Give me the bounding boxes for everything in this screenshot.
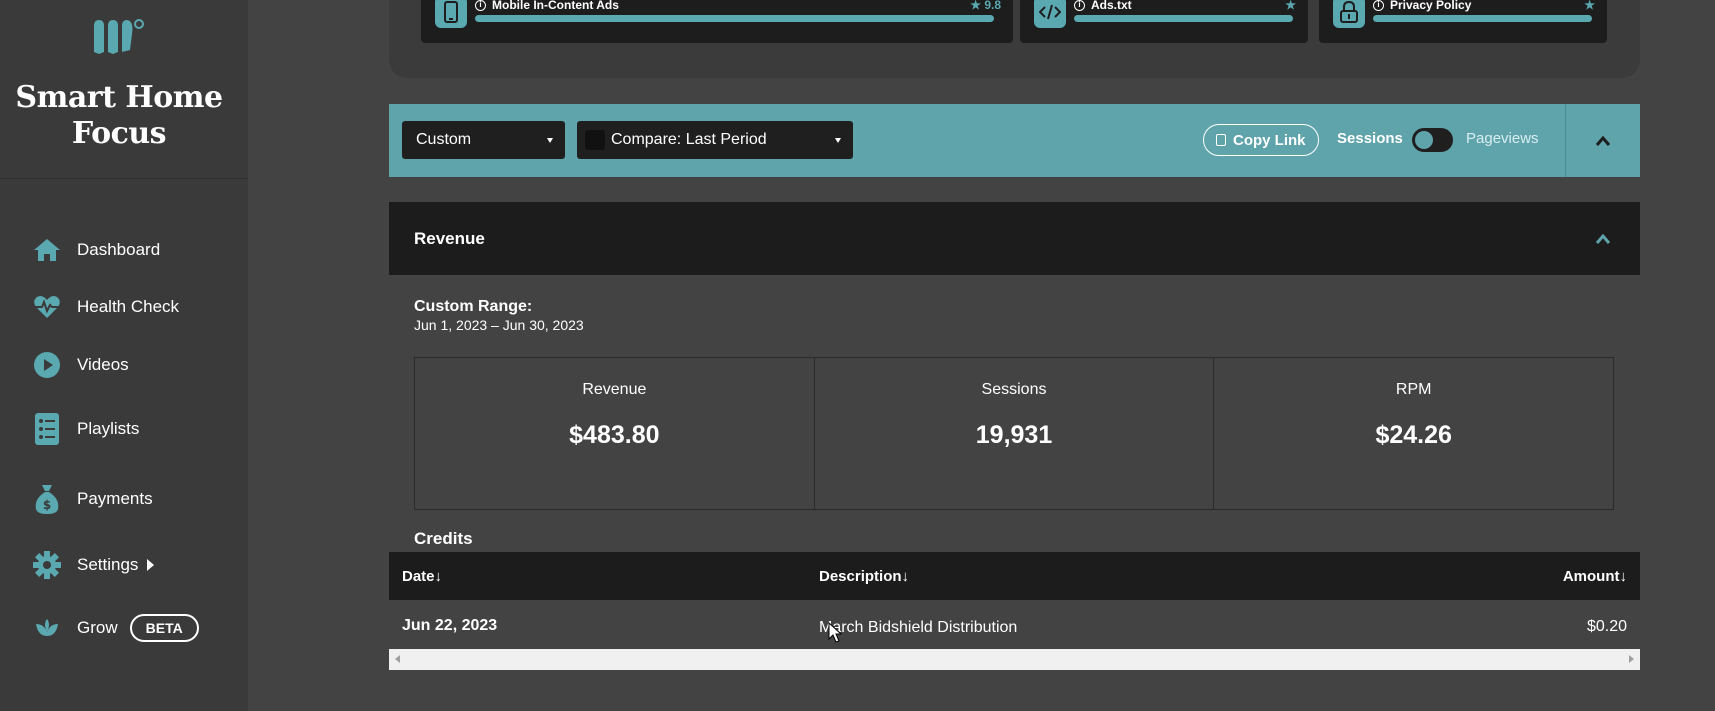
cell-description: March Bidshield Distribution [819,619,1018,636]
revenue-header: Revenue [389,202,1640,275]
info-icon: i [475,0,486,11]
leaf-icon [32,613,62,643]
date-range-value: Custom [416,131,472,148]
metric-sessions: Sessions 19,931 [815,358,1215,509]
health-card-privacy-policy[interactable]: i Privacy Policy ★ [1319,0,1607,43]
column-header-date[interactable]: Date↓ [402,568,442,585]
info-icon: i [1074,0,1085,11]
beta-badge: BETA [129,614,199,642]
star-icon: ★ [1584,0,1595,12]
filter-bar-divider [1565,104,1566,177]
health-card-title: i Privacy Policy [1373,0,1471,12]
copy-icon [1216,134,1226,146]
sidebar-item-label: Settings [77,555,139,574]
cell-date: Jun 22, 2023 [402,617,498,634]
brand-logo-icon [94,19,144,54]
health-card-progress-bar [475,15,994,22]
code-icon [1034,0,1066,28]
metrics-summary: Revenue $483.80 Sessions 19,931 RPM $24.… [414,357,1614,510]
health-check-panel: i Mobile In-Content Ads ★ 9.8 i Ads.txt ★ … [389,0,1640,78]
custom-range-title: Custom Range: [414,298,533,315]
scroll-right-icon[interactable] [1629,655,1634,663]
sidebar-item-videos[interactable]: Videos [32,350,129,380]
sidebar-item-label: Health Check [77,297,180,316]
copy-link-label: Copy Link [1233,131,1306,149]
credits-title: Credits [414,529,473,548]
health-card-progress-bar [1074,15,1293,22]
filter-bar: Custom Compare: Last Period Copy Link Se… [389,104,1640,177]
collapse-revenue-button[interactable] [1595,231,1611,247]
sessions-toggle-label: Sessions [1337,130,1403,147]
chevron-down-icon [835,138,841,143]
scroll-left-icon[interactable] [395,655,400,663]
info-icon: i [1373,0,1384,11]
lock-icon [1333,0,1365,28]
custom-range-dates: Jun 1, 2023 – Jun 30, 2023 [414,317,584,333]
sidebar-item-label: Dashboard [77,240,161,259]
metric-value: $24.26 [1375,421,1452,449]
health-card-ads-txt[interactable]: i Ads.txt ★ [1020,0,1308,43]
money-bag-icon: $ [32,484,62,514]
copy-link-button[interactable]: Copy Link [1203,124,1319,156]
revenue-panel: Revenue Custom Range: Jun 1, 2023 – Jun … [389,202,1640,696]
metric-rpm: RPM $24.26 [1214,358,1613,509]
mouse-cursor-icon [828,622,842,643]
chevron-right-icon [147,559,155,571]
list-icon [32,413,62,445]
sidebar: Smart Home Focus Dashboard Health Check … [0,0,248,711]
sidebar-item-grow[interactable]: Grow BETA [32,613,199,643]
metric-value: $483.80 [569,421,660,449]
collapse-filter-button[interactable] [1595,133,1611,149]
credits-table-header: Date↓ Description↓ Amount↓ [389,552,1640,600]
metric-revenue: Revenue $483.80 [415,358,815,509]
chevron-down-icon [547,138,553,143]
sidebar-divider [0,178,248,179]
sidebar-item-playlists[interactable]: Playlists [32,413,140,445]
sidebar-item-settings[interactable]: Settings [32,550,155,580]
star-icon: ★ [1285,0,1296,12]
sidebar-item-label: Payments [77,489,153,508]
play-circle-icon [32,350,62,380]
sessions-pageviews-toggle[interactable] [1412,128,1453,152]
compare-value: Compare: Last Period [611,131,767,148]
metric-label: Sessions [981,381,1047,398]
table-row: Jun 22, 2023 March Bidshield Distributio… [389,600,1640,650]
metric-label: RPM [1395,381,1432,398]
sidebar-item-payments[interactable]: $ Payments [32,484,153,514]
compare-select[interactable]: Compare: Last Period [577,121,853,159]
sidebar-item-dashboard[interactable]: Dashboard [32,235,160,265]
sidebar-item-label: Playlists [77,419,140,438]
metric-value: 19,931 [975,421,1053,449]
sidebar-item-label: Videos [77,355,129,374]
toggle-knob [1415,131,1433,149]
pageviews-toggle-label: Pageviews [1466,130,1539,147]
health-card-title: i Mobile In-Content Ads [475,0,619,12]
health-card-mobile-ads[interactable]: i Mobile In-Content Ads ★ 9.8 [421,0,1013,43]
sidebar-item-label: Grow [77,618,118,637]
metric-label: Revenue [582,381,647,398]
column-header-description[interactable]: Description↓ [819,568,909,585]
heartbeat-icon [32,292,62,322]
health-card-progress-bar [1373,15,1592,22]
horizontal-scrollbar[interactable] [389,649,1640,670]
brand-name: Smart Home Focus [15,80,223,151]
revenue-title: Revenue [414,229,485,248]
mobile-icon [435,0,467,28]
date-range-select[interactable]: Custom [402,121,565,159]
gear-icon [32,550,62,580]
cell-amount: $0.20 [1586,618,1627,635]
svg-text:$: $ [43,498,51,512]
health-card-title: i Ads.txt [1074,0,1132,12]
health-card-score: ★ 9.8 [970,0,1001,12]
sidebar-item-health-check[interactable]: Health Check [32,292,179,322]
compare-color-swatch [585,130,605,150]
column-header-amount[interactable]: Amount↓ [1563,568,1627,585]
home-icon [32,235,62,265]
